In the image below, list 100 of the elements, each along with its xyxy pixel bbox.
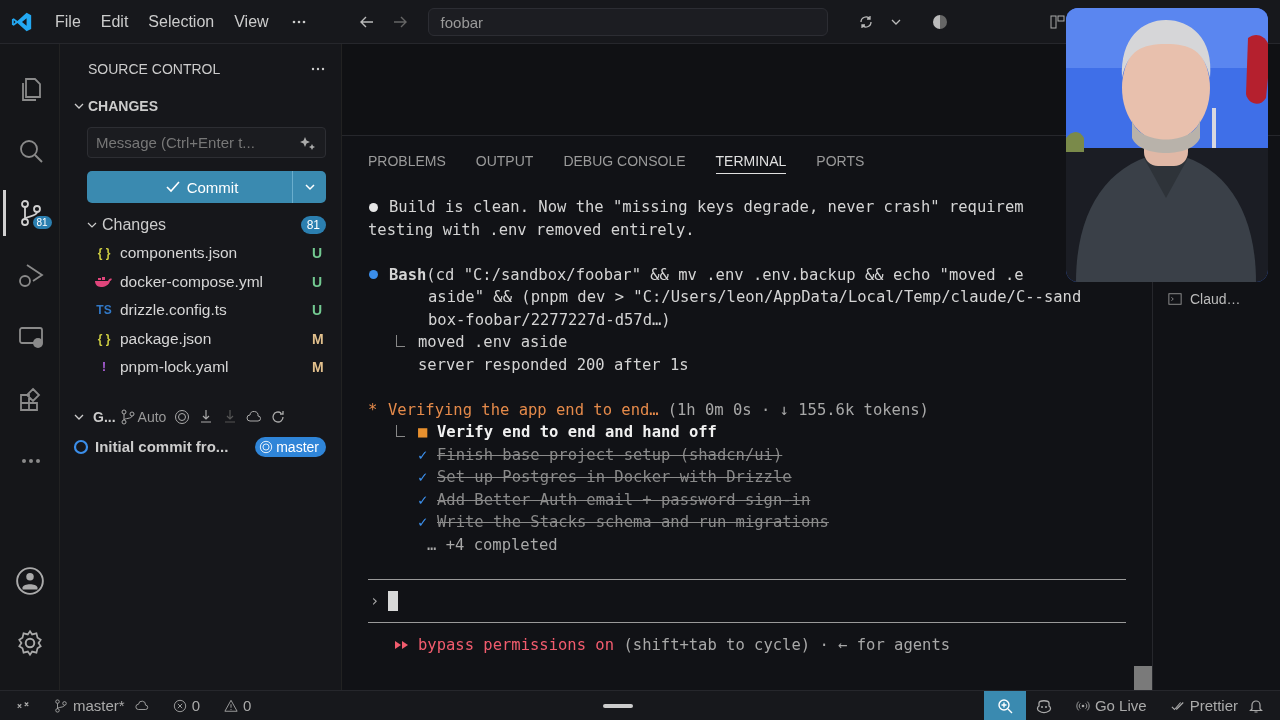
commit-message: Initial commit fro... (95, 438, 230, 455)
cloud-icon[interactable] (246, 408, 263, 425)
count-badge: 81 (32, 216, 52, 229)
change-entry[interactable]: TS drizzle.config.ts U (73, 296, 326, 325)
menu-item[interactable]: View (224, 12, 279, 31)
zoom-in-icon (996, 697, 1013, 714)
task-text: Verify end to end and hand off (437, 422, 717, 443)
bullet-icon (369, 202, 378, 212)
search-icon[interactable] (17, 137, 45, 165)
account-icon[interactable] (14, 566, 45, 596)
prompt-symbol: › (369, 591, 380, 610)
error-icon (172, 698, 187, 713)
run-debug-icon[interactable] (17, 261, 45, 289)
change-entry[interactable]: ! pnpm-lock.yaml M (73, 353, 326, 382)
layout-icon[interactable] (1049, 13, 1066, 30)
cloud-icon[interactable] (134, 698, 149, 713)
commit-circle-icon (73, 438, 89, 455)
menu-item[interactable]: File (45, 12, 91, 31)
panel-tab[interactable]: TERMINAL (715, 150, 787, 174)
zoom-button[interactable] (983, 690, 1026, 720)
file-status: U (312, 245, 324, 262)
terminal-line: aside" && (pnpm dev > "C:/Users/leon/AppData/Local/Temp/claude/C--sand (428, 287, 1082, 308)
branch-status[interactable]: master* (54, 697, 125, 714)
task-mark: ■ (418, 422, 429, 443)
mode-label[interactable]: Auto (137, 408, 167, 425)
fast-forward-icon (394, 638, 410, 651)
task-mark: ✓ (418, 489, 429, 511)
sidebar-title: SOURCE CONTROL (88, 61, 221, 77)
change-entry[interactable]: { } package.json M (73, 324, 326, 353)
count-badge: 81 (300, 216, 326, 234)
file-name: package.json (120, 329, 213, 348)
file-status: M (312, 330, 325, 347)
panel-tab[interactable]: PROBLEMS (368, 150, 446, 174)
task-text: Finish base project setup (shadcn/ui) (437, 444, 783, 466)
bullet-icon (369, 270, 378, 280)
file-type-icon: { } (94, 331, 114, 346)
menu-item[interactable]: Edit (90, 12, 139, 31)
search-field[interactable]: foobar (427, 7, 828, 36)
commit-button[interactable]: Commit (87, 171, 292, 203)
tree-corner-icon (396, 335, 405, 347)
mode-label: bypass permissions on (418, 634, 614, 656)
task-text: Add Better Auth email + password sign-in (437, 489, 811, 511)
tree-corner-icon (396, 425, 405, 437)
active-indicator (2, 190, 6, 236)
file-type-icon: { } (94, 246, 114, 261)
section-title: G... (93, 408, 116, 425)
branch-badge: master (255, 436, 326, 457)
task-mark: ✓ (418, 512, 429, 533)
task-text: Write the Stacks schema and run migrations (437, 512, 829, 533)
whale-icon (94, 275, 112, 288)
commit-item[interactable]: Initial commit fro... master (73, 433, 326, 460)
task-mark: ✓ (418, 467, 429, 488)
section-title: CHANGES (88, 98, 158, 114)
sparkle-icon[interactable] (300, 135, 316, 151)
group-label[interactable]: Changes (102, 216, 297, 234)
task-mark: ✓ (418, 444, 429, 466)
panel-tab[interactable]: PORTS (816, 150, 865, 174)
warning-icon (224, 698, 239, 713)
formatter-status[interactable]: Prettier (1170, 697, 1238, 714)
terminal-session-item[interactable]: Claud… (1168, 288, 1280, 310)
error-status[interactable]: 0 (172, 697, 201, 714)
sync-icon[interactable] (857, 13, 874, 30)
file-type-icon: ! (94, 360, 114, 375)
panel-tab[interactable]: OUTPUT (475, 150, 534, 174)
file-name: drizzle.config.ts (120, 301, 228, 320)
panel-tab[interactable]: DEBUG CONSOLE (563, 150, 686, 174)
terminal-line: box-foobar/2277227d-d57d…) (428, 309, 671, 331)
scrollbar-thumb[interactable] (1134, 666, 1152, 690)
file-name: pnpm-lock.yaml (120, 358, 230, 377)
branch-icon[interactable] (119, 408, 136, 425)
file-type-icon: TS (94, 303, 114, 318)
file-status: M (312, 359, 325, 376)
bell-icon[interactable] (1248, 697, 1264, 714)
refresh-icon[interactable] (270, 408, 287, 425)
status-meta: (1h 0m 0s · ↓ 155.6k tokens) (667, 399, 929, 421)
branch-icon (54, 698, 68, 713)
message-field[interactable]: Message (Ctrl+Enter t... (87, 127, 326, 158)
status-title: Verifying the app end to end… (388, 399, 659, 421)
warning-status[interactable]: 0 (224, 697, 252, 714)
panel-handle[interactable] (602, 703, 633, 708)
terminal-line: moved .env aside (418, 332, 568, 353)
file-status: U (312, 273, 324, 290)
broadcast-icon (1075, 698, 1090, 713)
target-icon[interactable] (174, 408, 191, 425)
check-icon (164, 179, 181, 195)
chevron-down-icon (303, 181, 316, 193)
spinner-label: * (368, 399, 379, 421)
target-icon (259, 439, 274, 454)
change-entry[interactable]: docker-compose.yml U (73, 267, 326, 296)
terminal-line: Build is clean. Now the "missing keys degrade, never crash" requirem (389, 197, 1024, 218)
change-entry[interactable]: { } components.json U (73, 239, 326, 268)
go-live-status[interactable]: Go Live (1075, 697, 1147, 714)
half-circle-icon[interactable] (931, 13, 948, 30)
menu-item[interactable]: Selection (138, 12, 225, 31)
text-cursor (388, 590, 398, 611)
file-status: U (312, 302, 324, 319)
terminal-line: server responded 200 after 1s (418, 354, 689, 376)
app-logo-icon (11, 10, 33, 33)
terminal-icon (1168, 292, 1182, 306)
terminal-line: … +4 completed (427, 534, 558, 556)
